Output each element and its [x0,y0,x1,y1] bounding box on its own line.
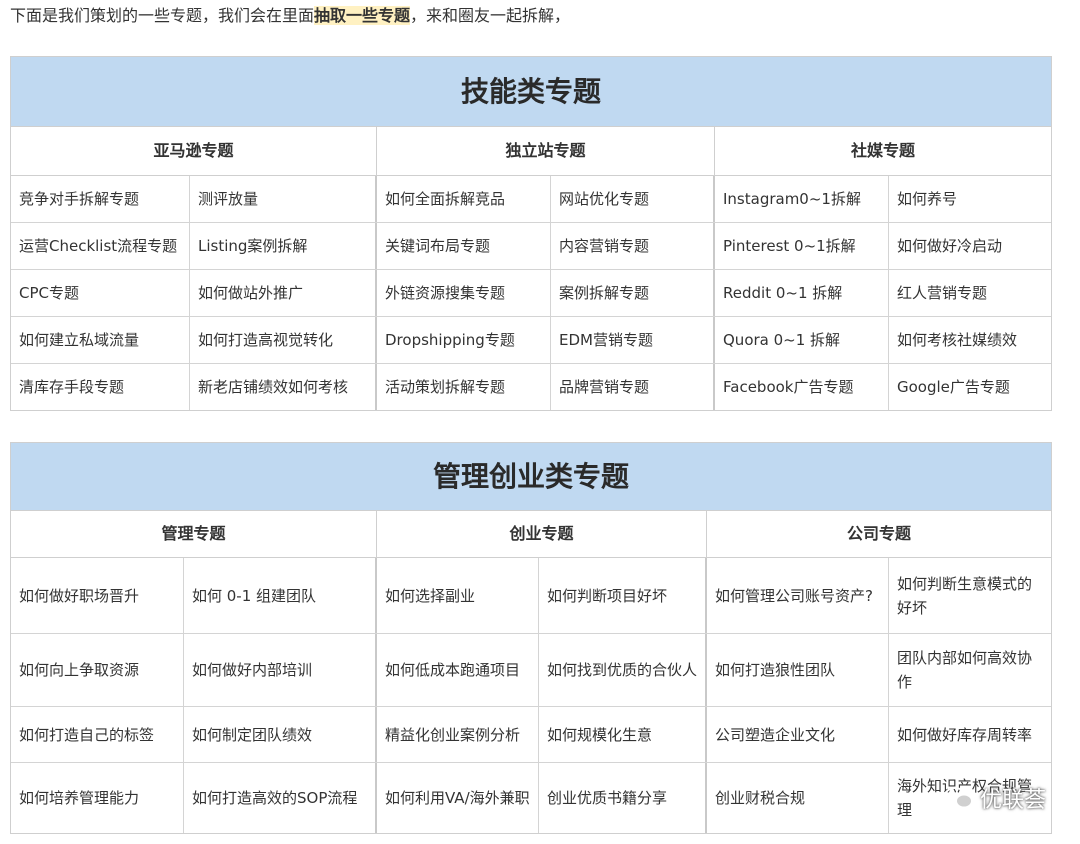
topic-cell: 红人营销专题 [897,284,988,302]
table-row: 运营Checklist流程专题 Listing案例拆解 关键词布局专题 内容营销… [11,223,1051,270]
topic-cell: 如何管理公司账号资产? [707,558,889,633]
topic-cell: 清库存手段专题 [11,364,190,410]
topic-cell: 新老店铺绩效如何考核 [190,364,377,410]
topic-cell: 活动策划拆解专题 [377,364,551,410]
table-row: CPC专题 如何做站外推广 外链资源搜集专题 案例拆解专题 Reddit 0~1… [11,270,1051,317]
topic-cell: 公司塑造企业文化 [707,707,889,762]
topic-cell: Pinterest 0~1拆解 [715,223,889,269]
intro-highlight: 抽取一些专题 [314,6,411,25]
topic-cell: Google广告专题 [897,378,1010,396]
table-row: 如何培养管理能力 如何打造高效的SOP流程 如何利用VA/海外兼职 创业优质书籍… [11,763,1051,833]
topic-cell: 如何打造高效的SOP流程 [184,763,377,833]
topic-cell: 如何做好内部培训 [184,634,377,706]
topic-cell: 创业优质书籍分享 [539,763,707,833]
watermark-label: 优联荟 [979,788,1046,813]
topic-cell: 如何制定团队绩效 [184,707,377,762]
account-watermark: 优联荟 [943,782,1046,814]
topic-cell: 团队内部如何高效协作 [897,649,1033,691]
topic-cell: 竞争对手拆解专题 [11,176,190,222]
topic-cell: 如何做好库存周转率 [897,725,1033,744]
topic-cell: 如何打造自己的标签 [11,707,184,762]
topic-cell: EDM营销专题 [551,317,715,363]
table-row: 如何做好职场晋升 如何 0-1 组建团队 如何选择副业 如何判断项目好坏 如何管… [11,558,1051,634]
topic-cell: 如何打造高视觉转化 [190,317,377,363]
topic-cell: 如何找到优质的合伙人 [539,634,707,706]
topic-cell: 如何培养管理能力 [11,763,184,833]
topic-cell: 如何选择副业 [377,558,539,633]
topic-cell: 如何建立私域流量 [11,317,190,363]
topic-cell: 内容营销专题 [551,223,715,269]
management-topic-table: 管理创业类专题 管理专题 创业专题 公司专题 如何做好职场晋升 如何 0-1 组… [10,442,1052,834]
intro-before: 下面是我们策划的一些专题，我们会在里面 [10,6,315,25]
skills-group-header-row: 亚马逊专题 独立站专题 社媒专题 [11,127,1051,176]
topic-cell: 如何考核社媒绩效 [897,331,1018,349]
topic-cell: 如何做站外推广 [190,270,377,316]
topic-cell: 如何做好职场晋升 [11,558,184,633]
intro-after: ，来和圈友一起拆解， [410,6,571,25]
topic-cell: 案例拆解专题 [551,270,715,316]
topic-cell: 精益化创业案例分析 [377,707,539,762]
topic-cell: 创业财税合规 [707,763,889,833]
topic-cell: 如何打造狼性团队 [707,634,889,706]
topic-cell: 如何规模化生意 [539,707,707,762]
topic-cell: 运营Checklist流程专题 [11,223,190,269]
management-group-header-row: 管理专题 创业专题 公司专题 [11,511,1051,558]
wechat-icon [943,787,973,809]
topic-cell: Listing案例拆解 [190,223,377,269]
topic-cell: 关键词布局专题 [377,223,551,269]
topic-cell: 如何养号 [897,190,958,208]
topic-cell: 外链资源搜集专题 [377,270,551,316]
management-title: 管理创业类专题 [11,443,1051,511]
topic-cell: 如何低成本跑通项目 [377,634,539,706]
group-header-startup: 创业专题 [377,511,707,557]
table-row: 如何打造自己的标签 如何制定团队绩效 精益化创业案例分析 如何规模化生意 公司塑… [11,707,1051,763]
topic-cell: 品牌营销专题 [551,364,715,410]
topic-cell: 如何向上争取资源 [11,634,184,706]
skills-title: 技能类专题 [11,57,1051,127]
table-row: 如何向上争取资源 如何做好内部培训 如何低成本跑通项目 如何找到优质的合伙人 如… [11,634,1051,707]
topic-cell: CPC专题 [11,270,190,316]
topic-cell: 如何判断项目好坏 [539,558,707,633]
group-header-independent-site: 独立站专题 [377,127,715,175]
group-header-management: 管理专题 [11,511,377,557]
topic-cell: Dropshipping专题 [377,317,551,363]
group-header-amazon: 亚马逊专题 [11,127,377,175]
topic-cell: 如何全面拆解竞品 [377,176,551,222]
group-header-social-media: 社媒专题 [850,141,915,160]
table-row: 竞争对手拆解专题 测评放量 如何全面拆解竞品 网站优化专题 Instagram0… [11,176,1051,223]
topic-cell: Facebook广告专题 [715,364,889,410]
group-header-company: 公司专题 [846,524,911,543]
topic-cell: 如何判断生意模式的好坏 [897,574,1033,617]
table-row: 如何建立私域流量 如何打造高视觉转化 Dropshipping专题 EDM营销专… [11,317,1051,364]
topic-cell: Quora 0~1 拆解 [715,317,889,363]
skills-topic-table: 技能类专题 亚马逊专题 独立站专题 社媒专题 竞争对手拆解专题 测评放量 如何全… [10,56,1052,411]
topic-cell: 如何利用VA/海外兼职 [377,763,539,833]
table-row: 清库存手段专题 新老店铺绩效如何考核 活动策划拆解专题 品牌营销专题 Faceb… [11,364,1051,410]
topic-cell: 如何做好冷启动 [897,237,1003,255]
intro-text: 下面是我们策划的一些专题，我们会在里面抽取一些专题，来和圈友一起拆解， [10,4,570,28]
topic-cell: Instagram0~1拆解 [715,176,889,222]
topic-cell: 测评放量 [190,176,377,222]
topic-cell: 如何 0-1 组建团队 [184,558,377,633]
topic-cell: 网站优化专题 [551,176,715,222]
topic-cell: Reddit 0~1 拆解 [715,270,889,316]
